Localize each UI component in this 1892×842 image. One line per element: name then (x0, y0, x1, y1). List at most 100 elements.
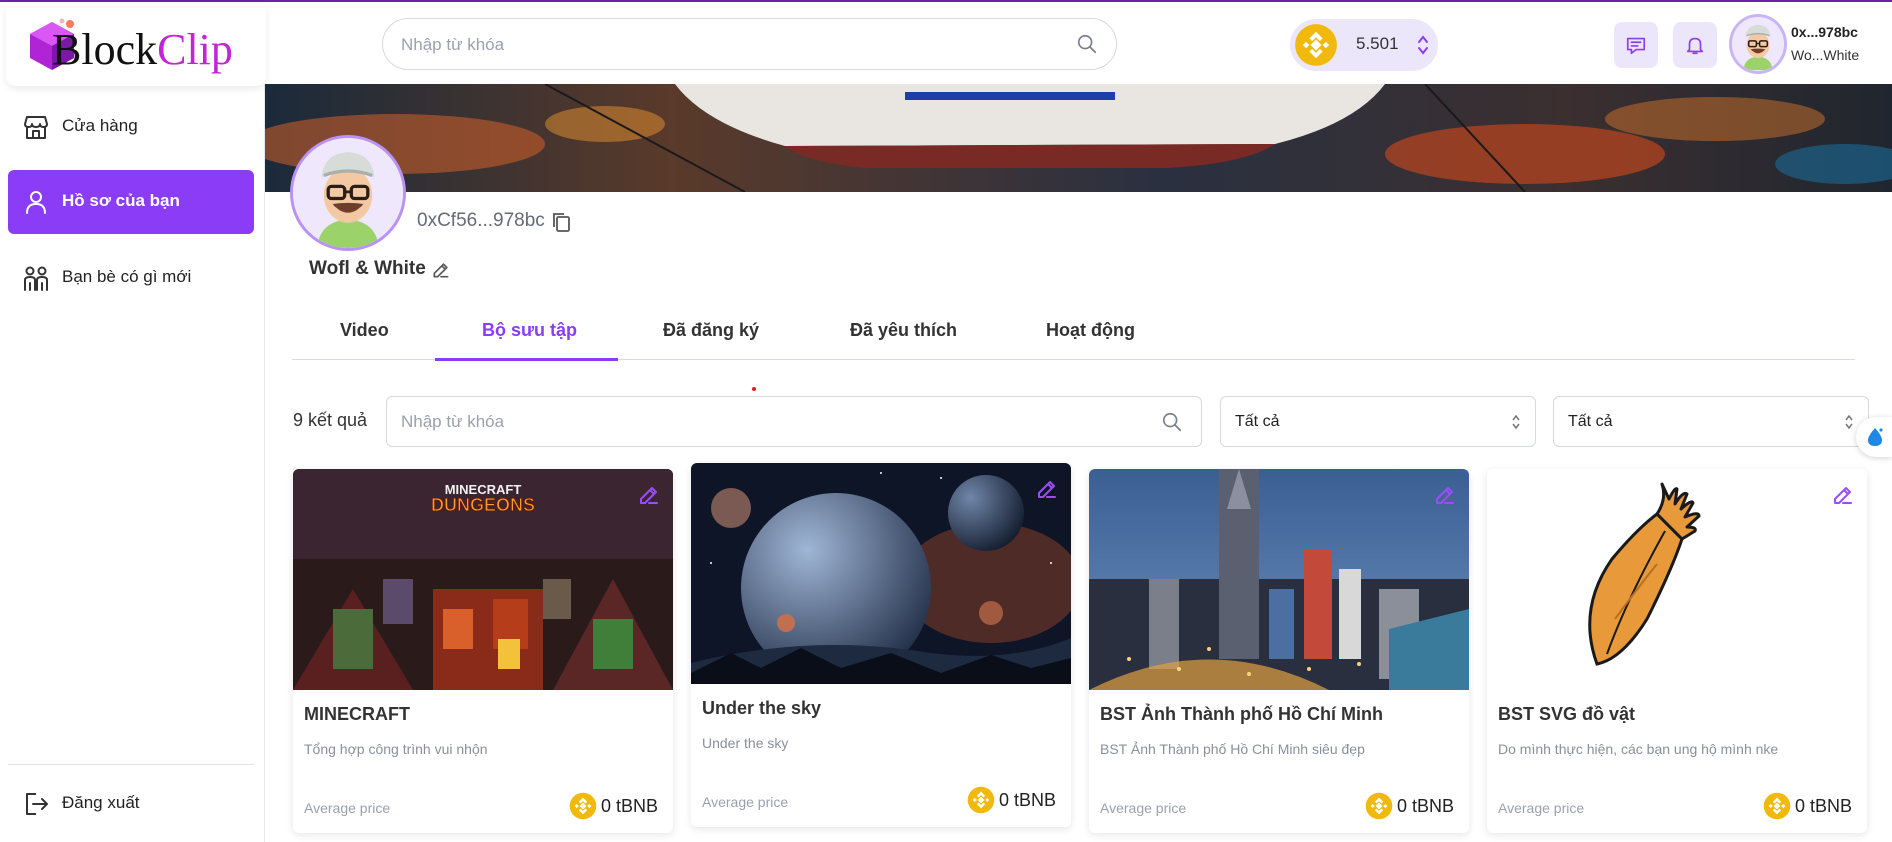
collection-thumbnail: MINECRAFT DUNGEONS (293, 469, 673, 690)
edit-icon[interactable] (431, 260, 451, 280)
notifications-button[interactable] (1673, 22, 1717, 68)
tab-activity[interactable]: Hoạt động (1046, 320, 1135, 341)
copy-icon[interactable] (551, 211, 571, 233)
collection-description: Tổng hợp công trình vui nhộn (304, 741, 488, 757)
bnb-coin-icon (1365, 792, 1393, 820)
search-icon[interactable] (1076, 33, 1098, 55)
sidebar: Cửa hàng Hồ sơ của bạn Bạn bè có gì mới … (0, 84, 265, 842)
header-search-input[interactable] (401, 31, 1041, 59)
users-icon (24, 266, 48, 291)
collection-search-bar (386, 396, 1202, 447)
thumbnail-logo-line-2: DUNGEONS (431, 495, 535, 515)
thumbnail-image (1588, 482, 1701, 666)
collection-card[interactable]: BST Ảnh Thành phố Hồ Chí Minh BST Ảnh Th… (1089, 469, 1469, 833)
water-drop-icon (1868, 428, 1883, 446)
price-label: Average price (304, 800, 391, 816)
profile-avatar[interactable] (290, 135, 406, 251)
user-icon (26, 191, 46, 214)
tab-collections[interactable]: Bộ sưu tập (482, 320, 577, 341)
profile-avatar-image (293, 138, 403, 248)
filter-select-1[interactable]: Tất cả (1220, 396, 1536, 447)
user-name: Wo...White (1791, 47, 1860, 63)
profile-name: Wofl & White (309, 258, 426, 279)
collection-thumbnail (691, 463, 1071, 684)
top-header: BlockClip 5.501 0x...978bc Wo...White (0, 0, 1892, 86)
price-label: Average price (1498, 800, 1585, 816)
logo-text: BlockClip (52, 24, 233, 75)
sidebar-item-store[interactable]: Cửa hàng (8, 95, 254, 159)
logo-text-block: Block (52, 25, 158, 74)
banner-image (265, 84, 1892, 192)
price-label: Average price (702, 794, 789, 810)
collection-price: 0 tBNB (1365, 792, 1457, 820)
results-count: 9 kết quả (293, 410, 368, 430)
bnb-coin-icon (1294, 23, 1338, 67)
logo[interactable]: BlockClip (6, 4, 266, 86)
chat-icon (1626, 37, 1646, 55)
bell-icon (1686, 37, 1704, 55)
active-tab-indicator (435, 358, 618, 361)
thumbnail-image: MINECRAFT DUNGEONS (293, 469, 673, 690)
sidebar-item-label: Bạn bè có gì mới (62, 267, 192, 286)
edit-icon[interactable] (637, 483, 661, 507)
collection-title: MINECRAFT (304, 704, 410, 724)
sidebar-item-label: Hồ sơ của bạn (62, 191, 180, 210)
edit-icon[interactable] (1035, 477, 1059, 501)
price-value: 0 tBNB (999, 790, 1057, 810)
collection-thumbnail (1487, 469, 1867, 690)
logout-label: Đăng xuất (62, 793, 140, 812)
thumbnail-image (1089, 469, 1469, 690)
bnb-coin-icon (967, 786, 995, 814)
collection-title: BST SVG đồ vật (1498, 704, 1636, 724)
collection-description: BST Ảnh Thành phố Hồ Chí Minh siêu đẹp (1100, 741, 1365, 757)
collection-price: 0 tBNB (967, 786, 1059, 814)
sidebar-divider (8, 764, 254, 765)
logo-text-clip: Clip (157, 25, 233, 74)
header-search-bar (382, 18, 1117, 70)
thumbnail-image (691, 463, 1071, 684)
wallet-balance-pill[interactable]: 5.501 (1290, 19, 1438, 71)
collection-search-input[interactable] (401, 409, 1141, 435)
price-value: 0 tBNB (1397, 796, 1455, 816)
edit-icon[interactable] (1831, 483, 1855, 507)
edit-icon[interactable] (1433, 483, 1457, 507)
collection-price: 0 tBNB (1763, 792, 1855, 820)
sidebar-item-profile[interactable]: Hồ sơ của bạn (8, 170, 254, 234)
collection-description: Under the sky (702, 735, 789, 751)
price-value: 0 tBNB (601, 796, 659, 816)
profile-tabs: Video Bộ sưu tập Đã đăng ký Đã yêu thích… (292, 304, 1855, 361)
messages-button[interactable] (1614, 22, 1658, 68)
collection-price: 0 tBNB (569, 792, 661, 820)
filter-select-value: Tất cả (1568, 413, 1613, 430)
notification-dot (752, 387, 756, 391)
store-icon (24, 116, 48, 139)
price-label: Average price (1100, 800, 1187, 816)
bnb-coin-icon (1763, 792, 1791, 820)
tab-favorites[interactable]: Đã yêu thích (850, 320, 957, 341)
profile-wallet-address: 0xCf56...978bc (417, 210, 545, 231)
profile-banner (265, 84, 1892, 192)
filter-select-2[interactable]: Tất cả (1553, 396, 1869, 447)
tab-subscribed[interactable]: Đã đăng ký (663, 320, 759, 341)
tab-video[interactable]: Video (340, 320, 389, 341)
avatar (1729, 14, 1787, 74)
bnb-coin-icon (569, 792, 597, 820)
user-menu[interactable]: 0x...978bc Wo...White (1727, 14, 1892, 78)
floating-tool-button[interactable] (1856, 417, 1892, 457)
wallet-balance: 5.501 (1356, 34, 1399, 53)
collection-description: Do mình thực hiện, các bạn ung hộ mình n… (1498, 741, 1779, 757)
price-value: 0 tBNB (1795, 796, 1853, 816)
sidebar-item-label: Cửa hàng (62, 116, 138, 135)
logout-button[interactable]: Đăng xuất (8, 772, 254, 836)
collection-card[interactable]: Under the sky Under the sky Average pric… (691, 463, 1071, 827)
collection-card[interactable]: BST SVG đồ vật Do mình thực hiện, các bạ… (1487, 469, 1867, 833)
chevron-up-down-icon (1512, 414, 1520, 430)
logout-icon (26, 793, 48, 815)
user-address: 0x...978bc (1791, 24, 1858, 40)
collection-title: BST Ảnh Thành phố Hồ Chí Minh (1100, 704, 1383, 724)
chevron-up-down-icon[interactable] (1416, 33, 1430, 57)
search-icon[interactable] (1161, 411, 1183, 433)
collection-card[interactable]: MINECRAFT DUNGEONS MINECRAFT Tổng hợp cô… (293, 469, 673, 833)
sidebar-item-friends[interactable]: Bạn bè có gì mới (8, 246, 254, 310)
chevron-up-down-icon (1845, 414, 1853, 430)
